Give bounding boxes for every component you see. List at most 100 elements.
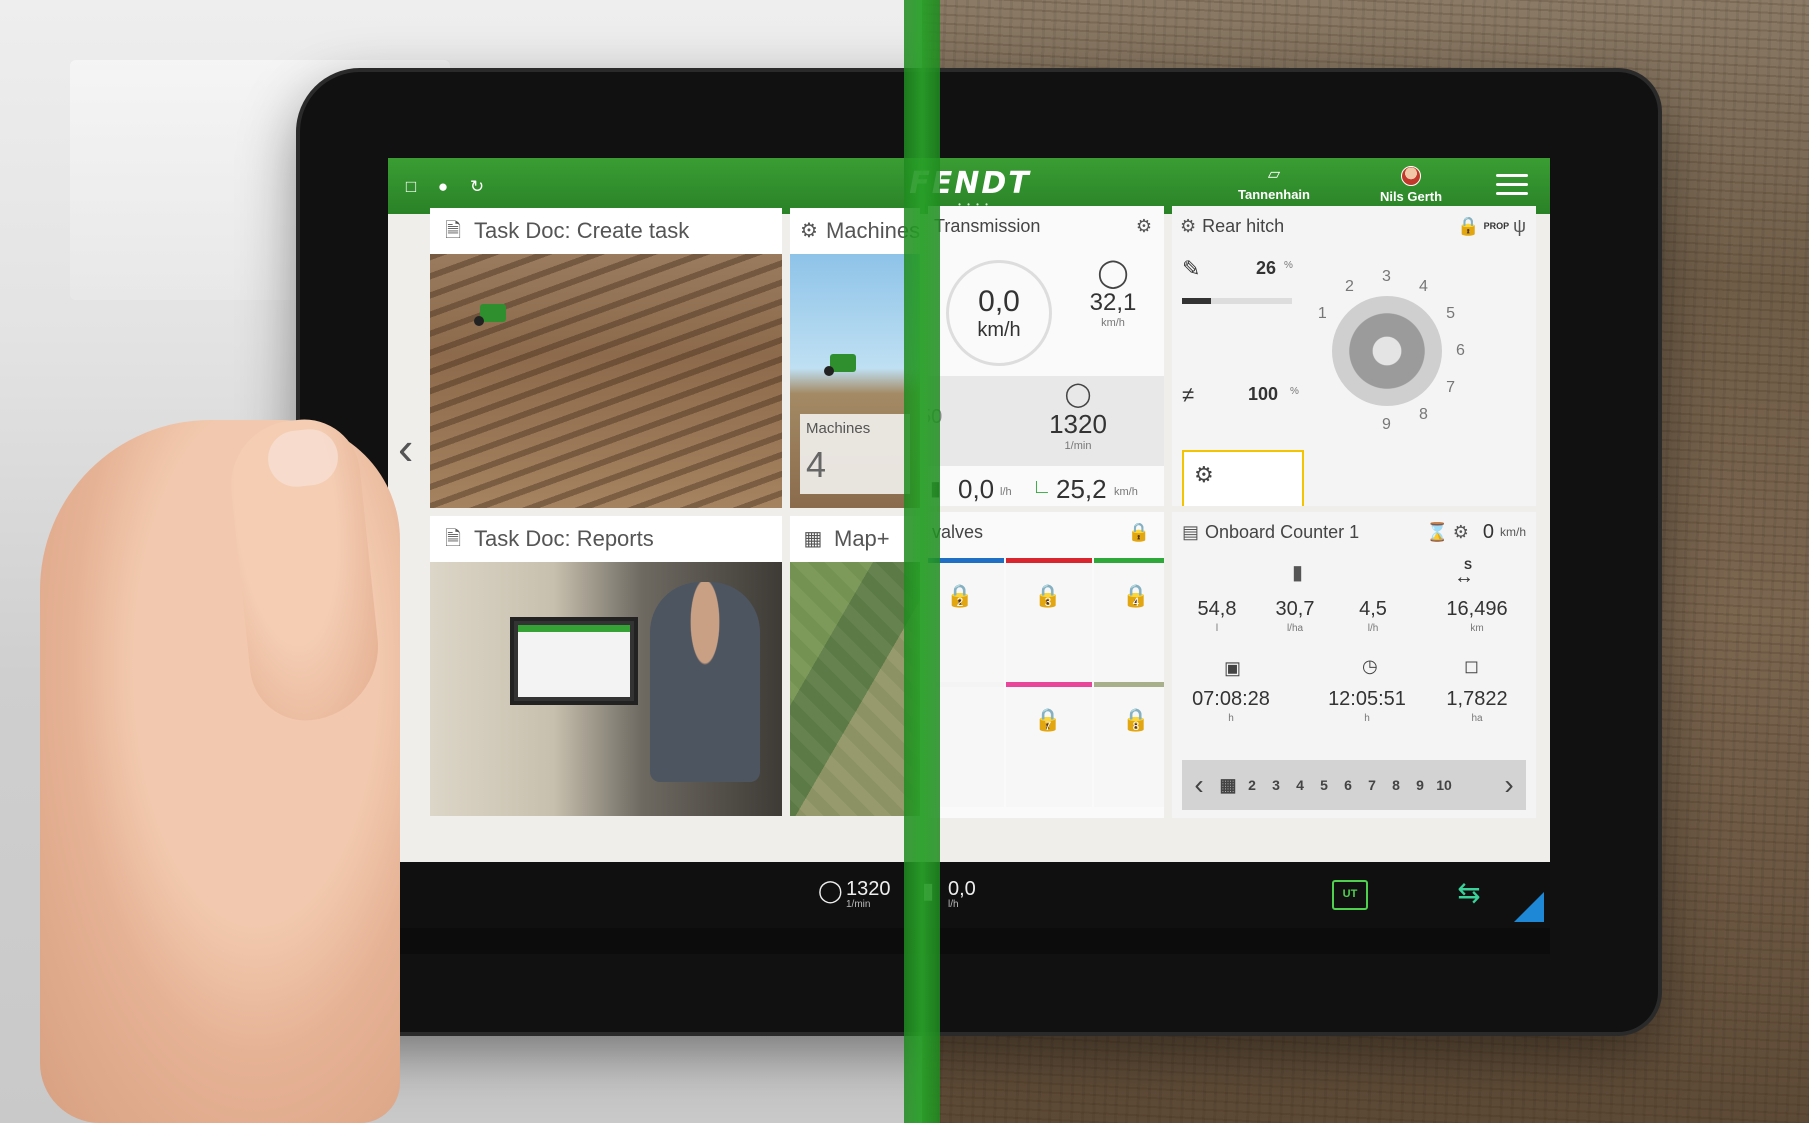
- page-button[interactable]: 9: [1408, 777, 1432, 793]
- engine-speed-icon: ◯: [818, 878, 843, 903]
- position-bar[interactable]: [1182, 298, 1292, 304]
- position-bar-fill: [1182, 298, 1211, 304]
- engine-speed-box: 50 ◯ 1320 1/min: [928, 376, 1164, 466]
- tile-map-plus[interactable]: ▦ Map+: [790, 516, 920, 816]
- notification-icon[interactable]: □: [400, 176, 422, 198]
- lock-icon[interactable]: 🔒: [1457, 216, 1479, 237]
- panel-rear-hitch[interactable]: ⚙ Rear hitch 🔒 PROP ψ ✎ 26 % ≠ 100 % ⚙ 1…: [1172, 206, 1536, 506]
- screen-bezel-bottom: [388, 924, 1550, 954]
- engine-hours-value: 07:08:28: [1192, 688, 1270, 710]
- valve-number: 7: [1044, 719, 1052, 733]
- valve-tile[interactable]: 🔒 8: [1094, 682, 1164, 807]
- depth-unit: %: [1290, 386, 1299, 397]
- valve-number: 8: [1132, 719, 1140, 733]
- clock-value: 12:05:51: [1328, 688, 1406, 710]
- bottom-engine-value: 1320: [846, 878, 891, 900]
- fuel-per-ha-value: 30,7: [1275, 598, 1315, 620]
- bottom-fuel-unit: l/h: [948, 899, 959, 910]
- onboard-speed-value: 0: [1482, 520, 1494, 543]
- machines-count: 4: [806, 444, 827, 485]
- chevron-left-icon[interactable]: ‹: [398, 418, 428, 478]
- corner-indicator[interactable]: [1514, 892, 1544, 922]
- tile-header: 🗎 Task Doc: Create task: [430, 208, 782, 254]
- clock-unit: h: [1364, 713, 1370, 724]
- engine-icon: ◯: [1064, 381, 1092, 408]
- person-graphic: [650, 582, 760, 782]
- page-button[interactable]: 4: [1288, 777, 1312, 793]
- fuel-per-ha-unit: l/ha: [1286, 623, 1304, 634]
- distance: 16,496 km: [1432, 598, 1522, 634]
- document-icon: 🗎: [444, 528, 462, 550]
- split-divider: [904, 0, 940, 1123]
- fuel-rate-unit: l/h: [1367, 623, 1379, 634]
- page-button[interactable]: 2: [1240, 777, 1264, 793]
- hitch-dial[interactable]: [1332, 296, 1442, 406]
- user-selector[interactable]: Nils Gerth: [1366, 162, 1456, 210]
- fuel-per-ha: 30,7 l/ha: [1250, 598, 1340, 634]
- valve-tile[interactable]: 🔒 7: [1006, 682, 1092, 807]
- tile-header: ⚙ Machines: [790, 208, 920, 254]
- field-icon: ▱: [1267, 166, 1281, 183]
- area-icon: ◻: [1464, 656, 1479, 676]
- valve-number: 4: [1132, 595, 1140, 609]
- panel-valves[interactable]: valves 🔒 🔒 2 🔒 3 🔒 4 🔒 7 🔒 8: [928, 512, 1164, 818]
- tile-title: Map+: [834, 526, 890, 551]
- fuel-total-value: 54,8: [1197, 598, 1237, 620]
- sync-icon[interactable]: ⇆: [1452, 876, 1486, 910]
- chevron-right-icon[interactable]: ›: [1492, 769, 1526, 801]
- transmission-icon: ⚙: [1135, 215, 1152, 236]
- bottom-engine-speed: 1320 1/min: [846, 878, 891, 910]
- valve-tile[interactable]: 🔒 4: [1094, 558, 1164, 683]
- hitch-icon: ⚙: [1180, 215, 1197, 236]
- ut-button[interactable]: UT: [1332, 880, 1368, 910]
- fuel-total: 54,8 l: [1172, 598, 1262, 634]
- depth-control-icon: ≠: [1182, 382, 1195, 407]
- page-button[interactable]: 10: [1432, 777, 1456, 793]
- tile-task-doc-reports[interactable]: 🗎 Task Doc: Reports: [430, 516, 782, 816]
- hamburger-menu-icon[interactable]: [1496, 174, 1528, 198]
- settings-icon[interactable]: ⚙: [1453, 522, 1469, 543]
- page-button[interactable]: 3: [1264, 777, 1288, 793]
- tile-task-doc-create[interactable]: 🗎 Task Doc: Create task: [430, 208, 782, 508]
- panel-transmission[interactable]: Transmission ⚙ 0,0 km/h ◯ 32,1 km/h 50 ◯…: [928, 206, 1164, 506]
- refresh-icon[interactable]: ↻: [466, 176, 488, 198]
- tablet-screen: □ ● ↻ FENDT • • • • ▱ Tannenhain Nils Ge…: [388, 158, 1550, 928]
- speed-value: 0,0: [978, 285, 1020, 318]
- field-name: Tannenhain: [1238, 187, 1310, 202]
- dial-number: 8: [1419, 406, 1428, 424]
- panel-header: Transmission ⚙: [928, 206, 1164, 246]
- field-selector[interactable]: ▱ Tannenhain: [1226, 162, 1322, 210]
- fuel-rate-value: 4,5: [1359, 598, 1387, 620]
- distance-arrow-icon: ↔: [1454, 566, 1474, 588]
- dial-number: 3: [1382, 268, 1391, 285]
- cruise-unit: km/h: [1101, 317, 1125, 329]
- tile-machines[interactable]: ⚙ Machines Machines 4: [790, 208, 920, 508]
- calculator-icon[interactable]: ▦: [1216, 775, 1240, 796]
- tile-header: ▦ Map+: [790, 516, 920, 562]
- fuel-rate-value: 0,0: [958, 474, 995, 504]
- page-button[interactable]: 7: [1360, 777, 1384, 793]
- panel-header: ⚙ Rear hitch 🔒 PROP ψ: [1172, 206, 1536, 246]
- engine-hours-icon: ▣: [1224, 658, 1242, 678]
- page-button[interactable]: 5: [1312, 777, 1336, 793]
- map-icon: ▦: [803, 528, 823, 550]
- tractor-graphic: [474, 304, 506, 326]
- person-icon[interactable]: ●: [432, 176, 454, 198]
- area-unit: ha: [1471, 713, 1483, 724]
- hitch-settings-button[interactable]: ⚙: [1182, 450, 1304, 506]
- panel-onboard-counter[interactable]: ▤ Onboard Counter 1 ⌛ ⚙ 0 km/h ▮ S ↔ 54,…: [1172, 512, 1536, 818]
- panel-title: Transmission: [934, 215, 1041, 236]
- valve-number: 2: [956, 595, 964, 609]
- valve-tile[interactable]: 🔒 3: [1006, 558, 1092, 683]
- page-button[interactable]: 8: [1384, 777, 1408, 793]
- document-add-icon: 🗎: [444, 220, 462, 242]
- position-unit: %: [1284, 260, 1293, 271]
- page-button[interactable]: 6: [1336, 777, 1360, 793]
- lock-icon[interactable]: 🔒: [1128, 522, 1150, 543]
- monitor-graphic: [510, 617, 638, 705]
- chevron-left-icon[interactable]: ‹: [1182, 769, 1216, 801]
- dial-number: 5: [1446, 305, 1455, 322]
- panel-header: ▤ Onboard Counter 1 ⌛ ⚙ 0 km/h: [1172, 512, 1536, 552]
- fuel-pump-icon: ▮: [1292, 562, 1304, 584]
- wrench-icon: ✎: [1182, 256, 1201, 281]
